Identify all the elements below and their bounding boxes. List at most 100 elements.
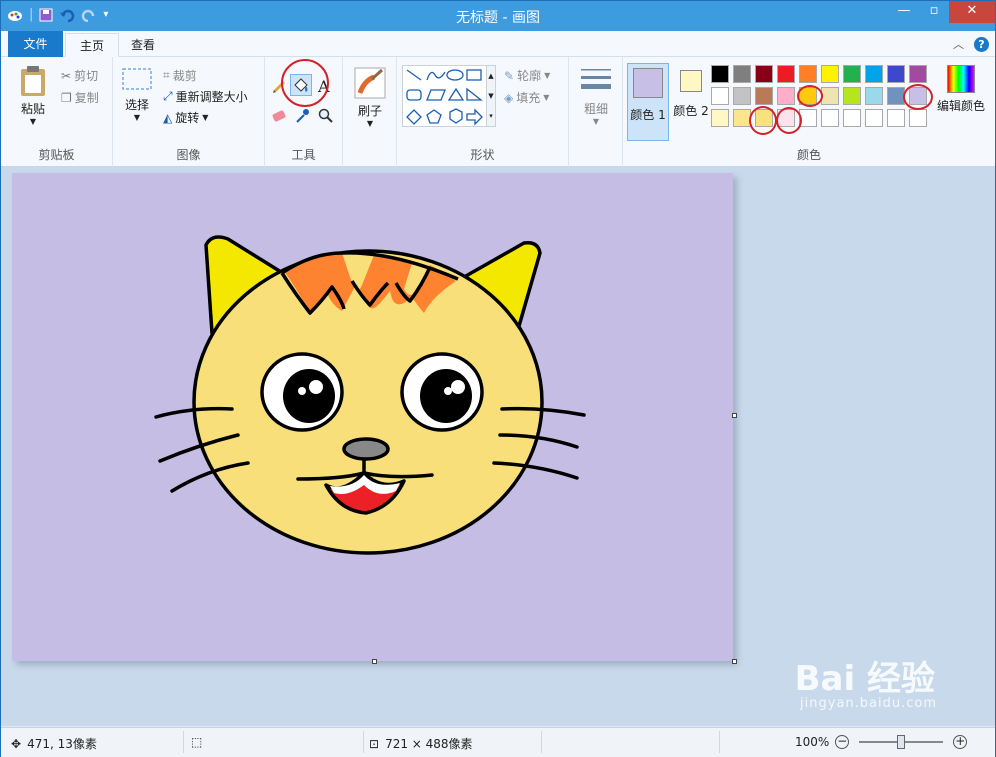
shapes-group: ▲ ▼ ▾ ✎ 轮廓 ▼ ◈ 填充 ▼ 形状 bbox=[397, 57, 569, 167]
palette-swatch[interactable] bbox=[843, 65, 861, 83]
brushes-dropdown-icon[interactable]: ▼ bbox=[350, 119, 390, 128]
close-icon[interactable]: ✕ bbox=[949, 1, 995, 23]
select-label: 选择 bbox=[124, 98, 149, 112]
zoom-level: 100% bbox=[795, 735, 830, 749]
color1-label: 颜色 1 bbox=[630, 108, 666, 122]
zoom-out-icon[interactable]: − bbox=[835, 735, 850, 749]
select-button[interactable]: 选择 ▼ bbox=[119, 67, 155, 122]
selection-icon: ⬚ bbox=[191, 735, 203, 749]
zoom-slider[interactable] bbox=[859, 735, 944, 749]
palette-swatch[interactable] bbox=[711, 109, 729, 127]
highlight-circle-fill-tool bbox=[281, 59, 329, 107]
select-icon bbox=[122, 68, 152, 90]
colors-group-label: 颜色 bbox=[796, 148, 821, 162]
magnifier-icon[interactable] bbox=[318, 108, 334, 124]
brushes-button[interactable]: 刷子 ▼ bbox=[350, 67, 390, 128]
shapes-scroll[interactable]: ▲ ▼ ▾ bbox=[486, 65, 496, 127]
maximize-icon[interactable]: ▫ bbox=[919, 1, 949, 23]
title-bar: | ▾ 无标题 - 画图 — ▫ ✕ bbox=[1, 1, 995, 31]
resize-icon: ⤢ bbox=[163, 89, 173, 103]
brush-icon bbox=[354, 67, 386, 99]
resize-handle-right[interactable] bbox=[732, 413, 737, 418]
scissors-icon: ✂ bbox=[61, 68, 72, 83]
palette-swatch[interactable] bbox=[799, 65, 817, 83]
cut-button[interactable]: ✂ 剪切 bbox=[61, 67, 98, 84]
palette-swatch[interactable] bbox=[821, 87, 839, 105]
rotate-label: 旋转 bbox=[175, 111, 200, 125]
color-picker-icon[interactable] bbox=[294, 108, 310, 124]
palette-swatch[interactable] bbox=[711, 87, 729, 105]
shapes-group-label: 形状 bbox=[470, 148, 495, 162]
drawing-canvas[interactable] bbox=[12, 173, 733, 661]
size-dropdown-icon[interactable]: ▼ bbox=[577, 117, 615, 126]
canvas-size: ⊡ 721 × 488像素 bbox=[369, 735, 473, 752]
fill-icon: ◈ bbox=[504, 90, 514, 105]
tab-home[interactable]: 主页 bbox=[65, 33, 120, 57]
edit-colors-label: 编辑颜色 bbox=[936, 99, 985, 113]
palette-swatch[interactable] bbox=[733, 65, 751, 83]
shapes-gallery bbox=[402, 65, 492, 127]
ribbon-right-controls: ︿ ? bbox=[953, 36, 989, 52]
paste-dropdown-icon[interactable]: ▼ bbox=[11, 117, 55, 126]
palette-swatch[interactable] bbox=[755, 87, 773, 105]
fill-button[interactable]: ◈ 填充 ▼ bbox=[504, 89, 549, 106]
palette-swatch[interactable] bbox=[865, 87, 883, 105]
outline-label: 轮廓 bbox=[517, 69, 542, 83]
zoom-in-icon[interactable]: + bbox=[953, 735, 968, 749]
resize-label: 重新调整大小 bbox=[175, 90, 248, 104]
palette-swatch[interactable] bbox=[755, 65, 773, 83]
palette-swatch[interactable] bbox=[821, 65, 839, 83]
cursor-position-text: 471, 13像素 bbox=[27, 737, 97, 751]
highlight-circle-pink bbox=[776, 107, 802, 134]
color1-button[interactable]: 颜色 1 bbox=[627, 63, 669, 141]
crop-button[interactable]: ⌗ 裁剪 bbox=[163, 67, 197, 84]
help-icon[interactable]: ? bbox=[974, 36, 989, 52]
palette-swatch[interactable] bbox=[865, 65, 883, 83]
resize-handle-bottom[interactable] bbox=[372, 659, 377, 664]
outline-button[interactable]: ✎ 轮廓 ▼ bbox=[504, 67, 550, 84]
ribbon: 粘贴 ▼ ✂ 剪切 ❐ 复制 剪贴板 选择 ▼ ⌗ 裁剪 ⤢ 重新调整大小 ◭ … bbox=[1, 57, 995, 167]
color2-button[interactable]: 颜色 2 bbox=[671, 63, 711, 141]
size-button[interactable]: 粗细 ▼ bbox=[577, 67, 615, 126]
canvas-size-text: 721 × 488像素 bbox=[385, 737, 473, 751]
image-group: 选择 ▼ ⌗ 裁剪 ⤢ 重新调整大小 ◭ 旋转 ▼ 图像 bbox=[113, 57, 265, 167]
cursor-position: ✥ 471, 13像素 bbox=[11, 735, 97, 752]
palette-swatch[interactable] bbox=[777, 65, 795, 83]
tab-file[interactable]: 文件 bbox=[8, 31, 63, 57]
palette-swatch[interactable] bbox=[733, 87, 751, 105]
palette-swatch[interactable] bbox=[711, 65, 729, 83]
move-cursor-icon: ✥ bbox=[11, 736, 22, 751]
palette-swatch[interactable] bbox=[887, 109, 905, 127]
palette-swatch[interactable] bbox=[843, 87, 861, 105]
shapes-gallery-icons[interactable] bbox=[403, 66, 491, 128]
image-group-label: 图像 bbox=[176, 148, 201, 162]
cut-label: 剪切 bbox=[74, 69, 99, 83]
outline-dropdown-icon: ▼ bbox=[544, 71, 551, 80]
palette-swatch[interactable] bbox=[909, 109, 927, 127]
palette-swatch[interactable] bbox=[865, 109, 883, 127]
minimize-ribbon-icon[interactable]: ︿ bbox=[953, 36, 964, 52]
palette-swatch[interactable] bbox=[909, 65, 927, 83]
eraser-icon[interactable] bbox=[271, 109, 287, 123]
paste-icon bbox=[21, 66, 45, 96]
rotate-button[interactable]: ◭ 旋转 ▼ bbox=[163, 109, 208, 126]
copy-button[interactable]: ❐ 复制 bbox=[61, 89, 99, 106]
paste-label: 粘贴 bbox=[20, 102, 45, 116]
select-dropdown-icon[interactable]: ▼ bbox=[119, 113, 155, 122]
crop-label: 裁剪 bbox=[172, 69, 197, 83]
color2-swatch bbox=[680, 70, 702, 92]
paste-button[interactable]: 粘贴 ▼ bbox=[11, 65, 55, 126]
baidu-watermark: Bai 经验 bbox=[794, 659, 935, 699]
zoom-slider-thumb[interactable] bbox=[897, 735, 906, 749]
palette-swatch[interactable] bbox=[887, 65, 905, 83]
rotate-dropdown-icon: ▼ bbox=[202, 113, 209, 122]
tab-view[interactable]: 查看 bbox=[117, 33, 169, 57]
highlight-circle-lavender bbox=[903, 84, 933, 110]
palette-swatch[interactable] bbox=[821, 109, 839, 127]
palette-swatch[interactable] bbox=[843, 109, 861, 127]
resize-button[interactable]: ⤢ 重新调整大小 bbox=[163, 88, 248, 105]
edit-colors-button[interactable]: 编辑颜色 bbox=[931, 65, 991, 114]
resize-handle-corner[interactable] bbox=[732, 659, 737, 664]
minimize-icon[interactable]: — bbox=[889, 1, 919, 23]
palette-swatch[interactable] bbox=[777, 87, 795, 105]
